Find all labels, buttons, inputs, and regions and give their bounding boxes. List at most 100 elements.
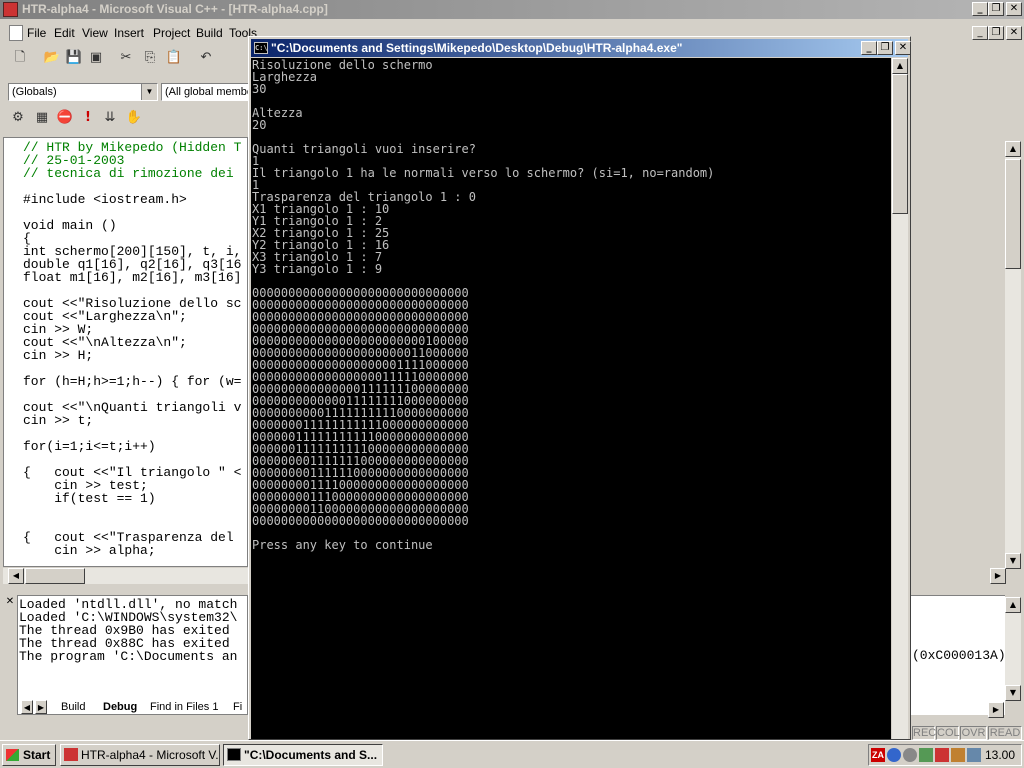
menu-item-project[interactable]: Project <box>153 26 190 40</box>
status-read: READ <box>988 726 1022 740</box>
code-editor[interactable]: // HTR by Mikepedo (Hidden T// 25-01-200… <box>3 137 248 567</box>
output-scroll-right-icon[interactable]: ▶ <box>988 702 1004 718</box>
globals-combo[interactable]: (Globals) ▼ <box>8 83 158 101</box>
menu-item-insert[interactable]: Insert <box>114 26 144 40</box>
console-close-button[interactable]: ✕ <box>895 41 911 55</box>
ide-title: HTR-alpha4 - Microsoft Visual C++ - [HTR… <box>22 2 328 16</box>
console-scroll-thumb[interactable] <box>892 74 908 214</box>
monitor-icon[interactable] <box>967 748 981 762</box>
code-line: float m1[16], m2[16], m3[16] <box>23 270 242 285</box>
doc-restore-button[interactable]: ❐ <box>988 26 1004 40</box>
minimize-button[interactable]: _ <box>972 2 988 16</box>
messenger-icon[interactable] <box>935 748 949 762</box>
console-line: 000000000000000000000000000000 <box>252 514 469 528</box>
update-icon[interactable] <box>951 748 965 762</box>
restore-button[interactable]: ❐ <box>988 2 1004 16</box>
doc-minimize-button[interactable]: _ <box>972 26 988 40</box>
status-rec: REC <box>912 726 937 740</box>
doc-close-button[interactable]: ✕ <box>1006 26 1022 40</box>
editor-hscroll-thumb[interactable] <box>25 568 85 584</box>
console-title: "C:\Documents and Settings\Mikepedo\Desk… <box>271 41 683 55</box>
tab-build[interactable]: Build <box>61 701 85 713</box>
execute-icon[interactable]: ! <box>78 108 98 128</box>
new-text-file-icon[interactable]: 🗋 <box>10 48 30 68</box>
scroll-right-icon[interactable]: ▶ <box>990 568 1006 584</box>
console-scroll-up-icon[interactable]: ▲ <box>892 58 908 74</box>
scroll-left-icon[interactable]: ◀ <box>8 568 24 584</box>
build-icon[interactable]: ▦ <box>32 108 52 128</box>
compile-icon[interactable]: ⚙ <box>8 108 28 128</box>
console-line: Il triangolo 1 ha le normali verso lo sc… <box>252 166 715 180</box>
output-line: The program 'C:\Documents an <box>19 649 238 664</box>
tab-debug[interactable]: Debug <box>103 701 137 713</box>
volume-icon[interactable] <box>903 748 917 762</box>
clock[interactable]: 13.00 <box>985 748 1015 762</box>
copy-icon[interactable]: ⎘ <box>140 48 160 68</box>
save-all-icon[interactable]: ▣ <box>86 48 106 68</box>
output-scroll-up-icon[interactable]: ▲ <box>1005 597 1021 613</box>
system-tray: ZA 13.00 <box>868 744 1022 766</box>
code-line: for (h=H;h>=1;h--) { for (w= <box>23 374 242 389</box>
chevron-down-icon[interactable]: ▼ <box>141 84 157 100</box>
code-line: cin >> alpha; <box>23 543 156 558</box>
start-button[interactable]: Start <box>2 744 56 766</box>
ide-title-bar[interactable]: HTR-alpha4 - Microsoft Visual C++ - [HTR… <box>0 0 1024 19</box>
taskbar: Start HTR-alpha4 - Microsoft V... "C:\Do… <box>0 740 1024 768</box>
members-combo[interactable]: (All global membe <box>161 83 249 101</box>
members-combo-value: (All global membe <box>165 86 249 98</box>
paste-icon[interactable]: 📋 <box>164 48 184 68</box>
tab-scroll-left-icon[interactable]: ◀ <box>21 700 33 714</box>
menu-item-view[interactable]: View <box>82 26 108 40</box>
console-line: Press any key to continue <box>252 538 433 552</box>
stop-build-icon[interactable]: ⛔ <box>55 108 75 128</box>
undo-icon[interactable]: ↶ <box>196 48 216 68</box>
output-pane-right: (0xC000013A). <box>911 595 1013 715</box>
console-window[interactable]: C:\ "C:\Documents and Settings\Mikepedo\… <box>248 36 911 740</box>
code-line: if(test == 1) <box>23 491 156 506</box>
output-pane[interactable]: Loaded 'ntdll.dll', no match Loaded 'C:\W… <box>17 595 248 715</box>
menu-item-file[interactable]: File <box>27 26 46 40</box>
cut-icon[interactable]: ✂ <box>116 48 136 68</box>
task-button-console[interactable]: "C:\Documents and S... <box>223 744 383 766</box>
output-tabs: ◀ ▶ Build Debug Find in Files 1 Fi <box>3 700 248 716</box>
task-button-ide[interactable]: HTR-alpha4 - Microsoft V... <box>60 744 220 766</box>
console-line: 30 <box>252 82 267 96</box>
document-icon[interactable] <box>9 25 23 41</box>
start-label: Start <box>23 748 51 762</box>
task-label-ide: HTR-alpha4 - Microsoft V... <box>81 748 220 762</box>
standard-toolbar: 🗋 📂 💾 ▣ ✂ ⎘ 📋 ↶ <box>0 48 250 76</box>
status-col: COL <box>936 726 960 740</box>
console-vertical-scrollbar[interactable]: ▲ <box>892 58 908 739</box>
tab-find-in-files-1[interactable]: Find in Files 1 <box>150 701 218 713</box>
console-restore-button[interactable]: ❐ <box>877 41 893 55</box>
zonealarm-icon[interactable]: ZA <box>871 748 885 762</box>
network-icon[interactable] <box>887 748 901 762</box>
menu-item-edit[interactable]: Edit <box>54 26 75 40</box>
antivirus-icon[interactable] <box>919 748 933 762</box>
output-scroll-down-icon[interactable]: ▼ <box>1005 685 1021 701</box>
code-line: #include <iostream.h> <box>23 192 187 207</box>
editor-horizontal-scrollbar[interactable]: ◀ <box>3 568 248 584</box>
output-right-fragment: (0xC000013A). <box>912 648 1014 663</box>
visual-cpp-task-icon <box>64 748 78 761</box>
close-button[interactable]: ✕ <box>1006 2 1022 16</box>
editor-scroll-thumb[interactable] <box>1005 159 1021 269</box>
status-ovr: OVR <box>960 726 987 740</box>
console-title-bar[interactable]: C:\ "C:\Documents and Settings\Mikepedo\… <box>251 39 911 57</box>
save-icon[interactable]: 💾 <box>64 48 84 68</box>
breakpoint-hand-icon[interactable]: ✋ <box>124 108 144 128</box>
command-prompt-icon: C:\ <box>254 42 268 54</box>
tab-fi[interactable]: Fi <box>233 701 242 713</box>
build-toolbar: ⚙ ▦ ⛔ ! ⇊ ✋ <box>0 108 250 136</box>
editor-vertical-scrollbar[interactable]: ▲ ▼ <box>1005 141 1021 569</box>
open-icon[interactable]: 📂 <box>42 48 62 68</box>
output-vertical-scrollbar[interactable]: ▲ ▼ <box>1005 597 1021 701</box>
scroll-up-icon[interactable]: ▲ <box>1005 141 1021 157</box>
output-close-icon[interactable]: ✕ <box>3 595 17 609</box>
go-icon[interactable]: ⇊ <box>100 108 120 128</box>
tab-scroll-right-icon[interactable]: ▶ <box>35 700 47 714</box>
console-output[interactable]: Risoluzione dello schermo Larghezza 30 Alte… <box>251 58 891 739</box>
scroll-down-icon[interactable]: ▼ <box>1005 553 1021 569</box>
console-minimize-button[interactable]: _ <box>861 41 877 55</box>
menu-item-build[interactable]: Build <box>196 26 223 40</box>
